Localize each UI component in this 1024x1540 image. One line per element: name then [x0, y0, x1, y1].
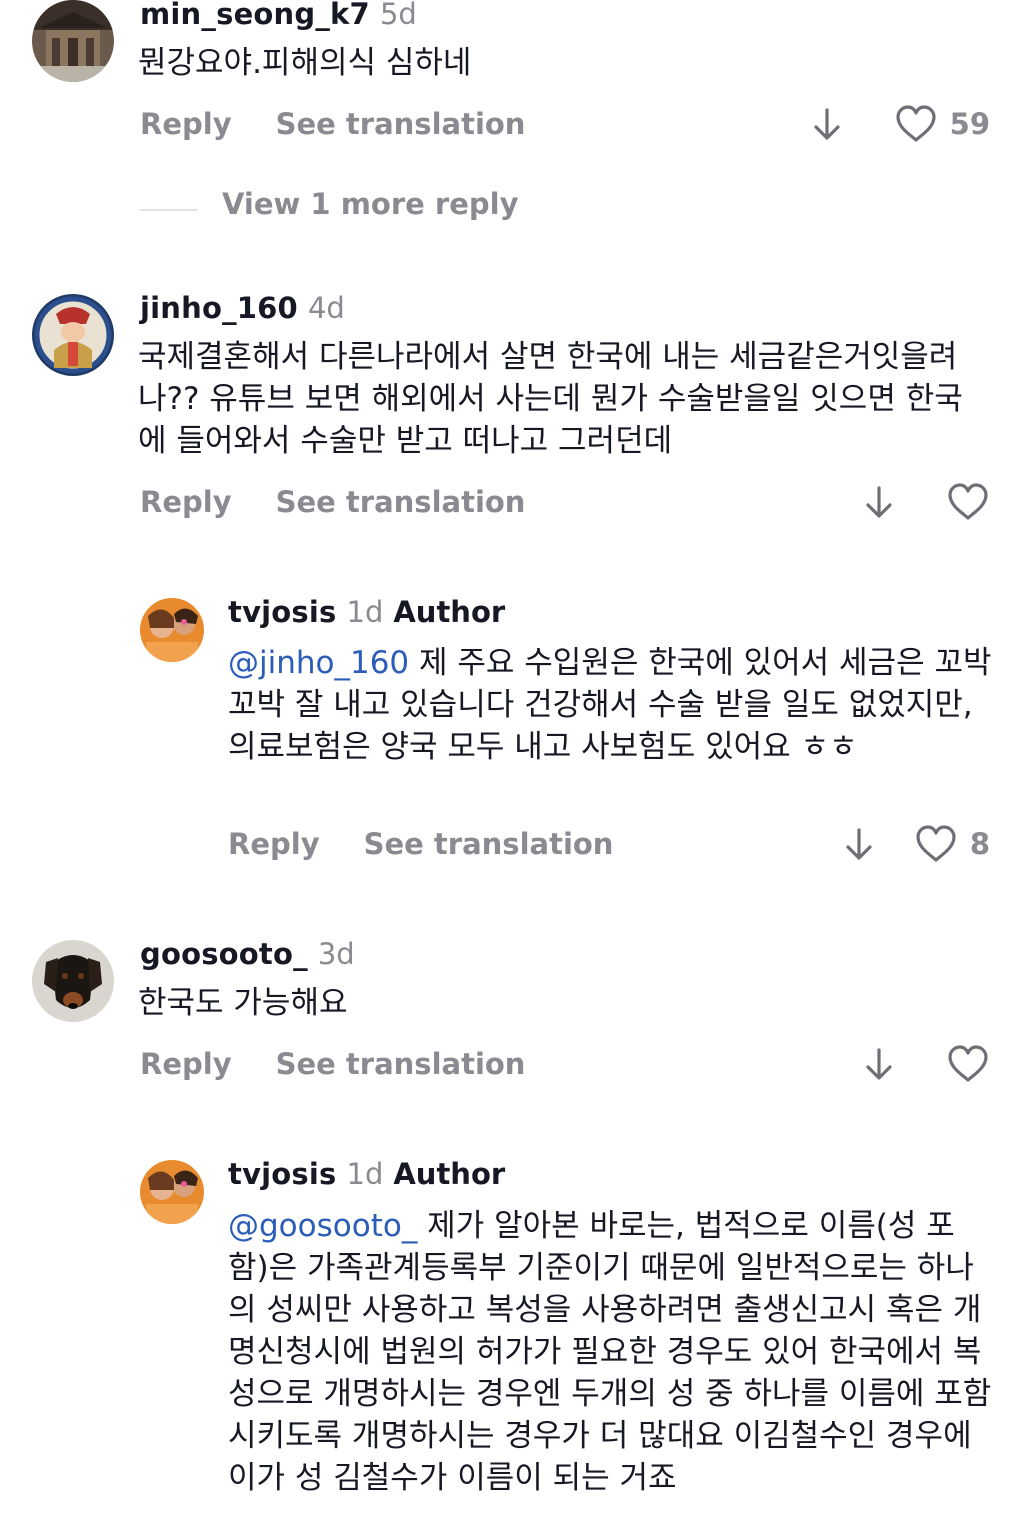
avatar[interactable]: [140, 598, 204, 662]
comment-username[interactable]: jinho_160: [140, 291, 298, 325]
comment-text: 한국도 가능해요: [138, 985, 348, 1021]
author-badge: Author: [393, 595, 506, 629]
heart-outline-icon[interactable]: [946, 482, 990, 522]
mention-link[interactable]: @goosooto_: [228, 1208, 417, 1244]
reply-button[interactable]: Reply: [140, 1042, 232, 1086]
divider-line: [140, 208, 198, 211]
comment-age: 4d: [307, 291, 345, 325]
comment-text: @goosooto_ 제가 알아본 바로는, 법적으로 이름(성 포함)은 가족…: [228, 1208, 992, 1496]
arrow-down-icon[interactable]: [812, 104, 842, 144]
comment-age: 5d: [379, 0, 417, 31]
comment-age: 1d: [346, 1157, 384, 1191]
like-count: 59: [949, 107, 990, 141]
avatar[interactable]: [140, 1160, 204, 1224]
arrow-down-icon[interactable]: [844, 824, 874, 864]
avatar[interactable]: [32, 940, 114, 1022]
arrow-down-icon[interactable]: [864, 1044, 894, 1084]
comment-username[interactable]: min_seong_k7: [140, 0, 370, 31]
heart-outline-icon[interactable]: [914, 824, 958, 864]
heart-outline-icon[interactable]: [946, 1044, 990, 1084]
see-translation-button[interactable]: See translation: [276, 102, 526, 146]
reply-button[interactable]: Reply: [140, 480, 232, 524]
see-translation-button[interactable]: See translation: [276, 480, 526, 524]
see-translation-button[interactable]: See translation: [364, 822, 614, 866]
comment-age: 1d: [346, 595, 384, 629]
avatar-photo-people: [140, 598, 204, 662]
comment-username[interactable]: goosooto_: [140, 937, 308, 971]
reply-button[interactable]: Reply: [228, 822, 320, 866]
view-more-replies-button[interactable]: View 1 more reply: [140, 182, 519, 226]
comment-text: 국제결혼해서 다른나라에서 살면 한국에 내는 세금같은거잇을려나?? 유튜브 …: [138, 339, 963, 459]
avatar-photo-temple: [32, 0, 114, 82]
comment-text: @jinho_160 제 주요 수입원은 한국에 있어서 세금은 꼬박꼬박 잘 …: [228, 645, 992, 765]
comment-age: 3d: [317, 937, 355, 971]
comment-username[interactable]: tvjosis: [228, 595, 337, 629]
reply-button[interactable]: Reply: [140, 102, 232, 146]
mention-link[interactable]: @jinho_160: [228, 645, 409, 681]
arrow-down-icon[interactable]: [864, 482, 894, 522]
author-badge: Author: [393, 1157, 506, 1191]
see-translation-button[interactable]: See translation: [276, 1042, 526, 1086]
avatar-photo-illustration: [32, 294, 114, 376]
comment-username[interactable]: tvjosis: [228, 1157, 337, 1191]
like-count: 8: [969, 827, 990, 861]
avatar[interactable]: [32, 294, 114, 376]
comment-text: 뭔강요야.피해의식 심하네: [138, 45, 472, 81]
avatar[interactable]: [32, 0, 114, 82]
avatar-photo-people: [140, 1160, 204, 1224]
avatar-photo-dog: [32, 940, 114, 1022]
heart-outline-icon[interactable]: [894, 104, 938, 144]
